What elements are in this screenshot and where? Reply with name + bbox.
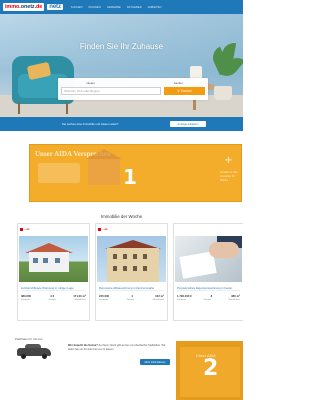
search-button[interactable]: ⚲ Suchen xyxy=(164,87,205,95)
logo-immo-onetz: immo.onetz.de xyxy=(3,3,45,11)
wheel-icon xyxy=(42,354,47,359)
property-card[interactable]: Provisionsfreie Eigentumswohnung in best… xyxy=(173,223,243,321)
window xyxy=(133,254,137,259)
property-price: 1.790.000 € xyxy=(177,294,192,298)
search-box: mieten kaufen Wohnort, PLZ oder Region ⚲… xyxy=(58,78,208,100)
property-values: 245.000 4 102 m² xyxy=(99,294,164,298)
plus-icon: + xyxy=(225,153,233,167)
chair-leg xyxy=(66,102,68,114)
ad-slot-number: 2 xyxy=(203,356,219,381)
property-price: 389.000 xyxy=(21,294,32,298)
property-image xyxy=(97,236,166,282)
site-logo[interactable]: immo.onetz.de netz xyxy=(3,3,63,11)
property-image xyxy=(19,236,88,282)
top-navigation: immo.onetz.de netz Suchen Wohnen Gewerbe… xyxy=(0,0,243,14)
property-values: 1.790.000 € 8 380 m² xyxy=(177,294,240,298)
property-labels: Kaufpreis Zimmer Wohnflache xyxy=(177,299,240,301)
label-price: Kaufpreis xyxy=(177,299,187,301)
hero-banner: Finden Sie Ihr Zuhause mieten kaufen Woh… xyxy=(0,14,243,117)
ad-banner-1[interactable]: Unser AIDA Versprechen + Vorteile fur Ih… xyxy=(29,144,242,202)
nav-item-wohnen[interactable]: Wohnen xyxy=(88,6,100,9)
property-rooms: 4.5 xyxy=(50,294,55,298)
ad-stamp-image xyxy=(38,163,80,183)
more-info-button[interactable]: Mehr Informationen xyxy=(140,359,170,365)
property-card[interactable]: ...ot Lichtdurchflutete Wohnung in ruhig… xyxy=(17,223,90,321)
window xyxy=(55,258,60,263)
provider-badge: ...ot xyxy=(20,227,29,231)
label-area: Wohnflache xyxy=(228,299,240,301)
label-price: Kaufpreis xyxy=(21,299,31,301)
property-labels: Kaufpreis Zimmer Wohnflache xyxy=(99,299,164,301)
window xyxy=(113,266,117,271)
card-divider xyxy=(21,290,86,291)
nav-item-ratgeber[interactable]: Ratgeber xyxy=(127,6,142,9)
cta-strip-button[interactable]: Anzeige aufgeben xyxy=(170,121,206,127)
search-icon: ⚲ xyxy=(177,89,180,93)
toggle-mieten[interactable]: mieten xyxy=(86,81,95,85)
property-image xyxy=(175,236,242,282)
card-divider xyxy=(99,290,164,291)
property-area: 102 m² xyxy=(155,294,164,298)
parking-description: Wer braucht die Sonne? Zu Ihrem Glück gi… xyxy=(68,344,168,351)
parking-section-label: Parkhaus fur mit uns xyxy=(15,337,43,341)
nav-item-suchen[interactable]: Suchen xyxy=(71,6,83,9)
ad-banner-2[interactable]: Unser AIDA 2 xyxy=(176,341,243,400)
plant-pot xyxy=(214,86,232,100)
parking-headline: Wer braucht die Sonne? xyxy=(68,344,98,347)
label-rooms: Zimmer xyxy=(203,299,212,301)
label-area: Wohnflache xyxy=(74,299,86,301)
window xyxy=(133,266,137,271)
toggle-kaufen[interactable]: kaufen xyxy=(174,81,183,85)
property-rooms: 4 xyxy=(131,294,133,298)
cta-strip: Sie suchen eine Immobilie und wissen wan… xyxy=(0,117,243,131)
house-icon xyxy=(86,149,122,185)
property-price: 245.000 xyxy=(99,294,110,298)
provider-badge: ...ot xyxy=(98,227,107,231)
label-rooms: Zimmer xyxy=(48,299,57,301)
property-area: 171,00 m² xyxy=(73,294,86,298)
label-rooms: Zimmer xyxy=(126,299,135,301)
card-divider xyxy=(177,290,240,291)
nav-item-anbieten[interactable]: Anbieten xyxy=(148,6,162,9)
property-card[interactable]: ...ot Renovierte Altbauwohnung in Zentru… xyxy=(95,223,168,321)
search-button-label: Suchen xyxy=(180,89,192,93)
provider-logo-icon xyxy=(20,227,23,231)
property-values: 389.000 4.5 171,00 m² xyxy=(21,294,86,298)
ad-slot-number: 1 xyxy=(123,165,137,189)
window xyxy=(123,254,127,259)
nav-item-gewerbe[interactable]: Gewerbe xyxy=(107,6,121,9)
ad-banner-side-text: Vorteile fur Ihre Immobilie Ihr Makler xyxy=(220,171,238,182)
property-rooms: 8 xyxy=(210,294,213,298)
logo-netz: netz xyxy=(47,4,63,10)
section-title-featured: Immobilie der Woche xyxy=(100,214,143,219)
label-price: Kaufpreis xyxy=(99,299,109,301)
hand-image xyxy=(209,242,239,258)
hero-title: Finden Sie Ihr Zuhause xyxy=(79,42,164,51)
provider-logo-icon xyxy=(98,227,101,231)
chair-leg xyxy=(18,102,20,114)
cta-strip-text: Sie suchen eine Immobilie und wissen wan… xyxy=(62,122,119,126)
search-input[interactable]: Wohnort, PLZ oder Region xyxy=(61,87,161,95)
window xyxy=(43,258,48,263)
car-image xyxy=(15,344,53,359)
wheel-icon xyxy=(21,354,26,359)
property-area: 380 m² xyxy=(231,294,240,298)
nav-menu: Suchen Wohnen Gewerbe Ratgeber Anbieten xyxy=(71,6,162,9)
property-labels: Kaufpreis Zimmer Wohnflache xyxy=(21,299,86,301)
window xyxy=(33,258,38,263)
label-area: Wohnflache xyxy=(152,299,164,301)
window xyxy=(123,266,127,271)
window xyxy=(113,254,117,259)
window xyxy=(143,266,147,271)
window xyxy=(143,254,147,259)
